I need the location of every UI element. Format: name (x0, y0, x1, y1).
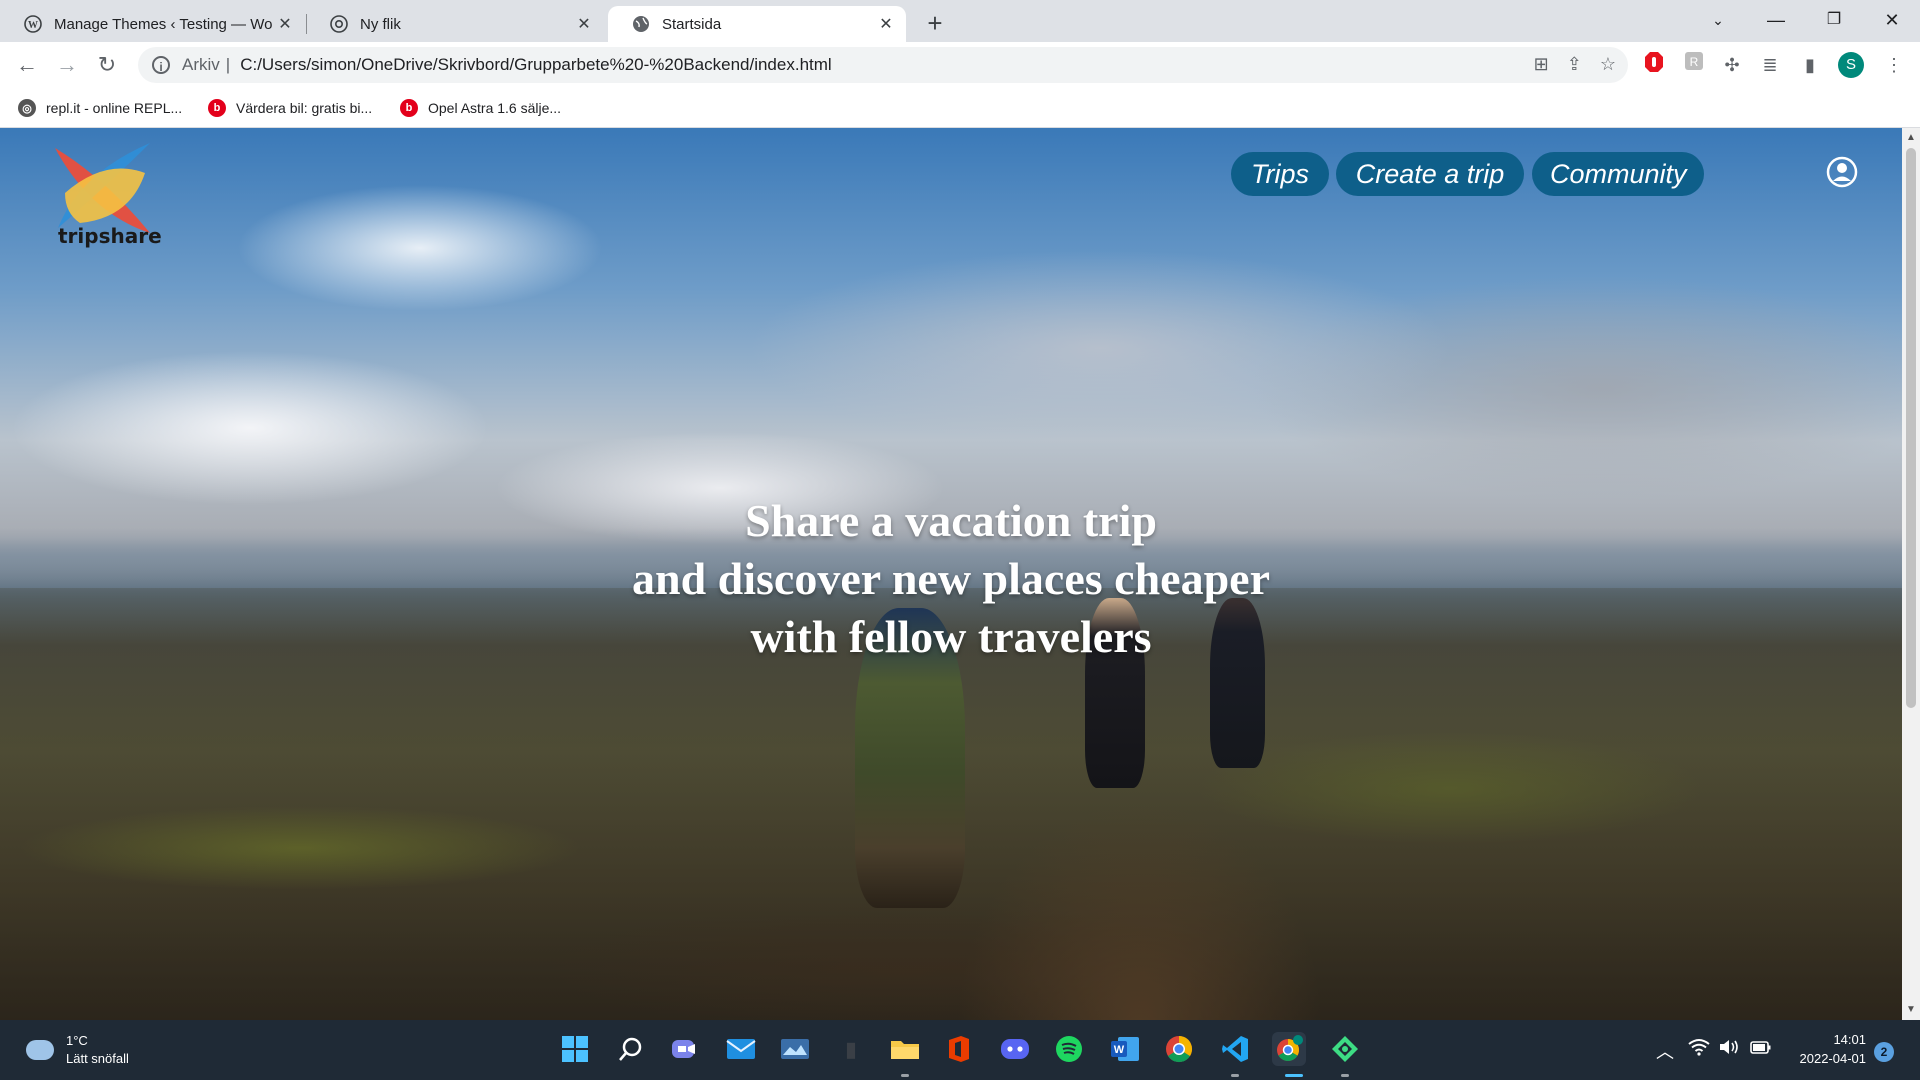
tab-manage-themes[interactable]: W Manage Themes ‹ Testing — Wo ✕ (0, 6, 305, 42)
blocket-icon: b (208, 99, 226, 117)
bookmark-label: repl.it - online REPL... (46, 100, 183, 116)
running-indicator (1231, 1074, 1239, 1077)
new-tab-button[interactable]: + (920, 8, 950, 38)
discord-icon[interactable] (998, 1032, 1032, 1066)
blocket-icon: b (400, 99, 418, 117)
weather-widget[interactable]: 1°C Lätt snöfall (26, 1032, 129, 1068)
menu-kebab-icon[interactable]: ⋮ (1880, 51, 1908, 79)
volume-icon[interactable] (1718, 1038, 1740, 1061)
system-clock[interactable]: 14:01 2022-04-01 (1786, 1030, 1867, 1068)
reload-button[interactable]: ↻ (92, 50, 122, 80)
reading-list-icon[interactable]: ≣ (1756, 51, 1784, 79)
extensions-puzzle-icon[interactable]: ✣ (1718, 51, 1746, 79)
search-icon[interactable] (614, 1032, 648, 1066)
running-indicator (1341, 1074, 1349, 1077)
teams-chat-icon[interactable] (668, 1032, 702, 1066)
word-icon[interactable]: W (1108, 1032, 1142, 1066)
clock-time: 14:01 (1833, 1032, 1866, 1047)
chrome-icon[interactable] (1162, 1032, 1196, 1066)
hero-line: and discover new places cheaper (631, 553, 1270, 604)
photos-icon[interactable] (778, 1032, 812, 1066)
tab-title: Startsida (662, 15, 722, 33)
close-icon[interactable]: ✕ (874, 14, 898, 34)
bookmark-star-icon[interactable]: ☆ (1600, 54, 1616, 75)
clock-date: 2022-04-01 (1799, 1051, 1867, 1066)
windows-start-icon[interactable] (558, 1032, 592, 1066)
active-indicator (1285, 1074, 1303, 1077)
cloud-snow-icon (26, 1040, 54, 1060)
nav-create-trip-button[interactable]: Create a trip (1336, 152, 1524, 196)
address-url[interactable]: C:/Users/simon/OneDrive/Skrivbord/Gruppa… (240, 55, 831, 75)
office-icon[interactable] (942, 1032, 976, 1066)
user-account-icon[interactable] (1826, 156, 1858, 188)
scrollbar-thumb[interactable] (1906, 148, 1916, 708)
close-window-button[interactable]: ✕ (1864, 0, 1920, 42)
notification-badge[interactable]: 2 (1874, 1042, 1894, 1062)
vscode-icon[interactable] (1218, 1032, 1252, 1066)
close-icon[interactable]: ✕ (273, 14, 297, 34)
translate-icon[interactable]: ⊞ (1534, 54, 1549, 75)
profile-avatar[interactable]: S (1838, 52, 1864, 78)
hero-line: with fellow travelers (750, 611, 1152, 662)
close-icon[interactable]: ✕ (572, 14, 596, 34)
wifi-icon[interactable] (1688, 1038, 1710, 1061)
restore-button[interactable]: ❐ (1806, 0, 1862, 42)
share-icon[interactable]: ⇪ (1567, 54, 1582, 75)
minimize-button[interactable]: — (1748, 0, 1804, 42)
mail-icon[interactable] (724, 1032, 758, 1066)
page-viewport: tripshare Trips Create a trip Community … (0, 128, 1902, 1020)
hero-heading: Share a vacation trip and discover new p… (0, 492, 1902, 666)
file-explorer-icon[interactable] (888, 1032, 922, 1066)
android-app-icon[interactable] (1328, 1032, 1362, 1066)
tab-title: Ny flik (360, 15, 401, 33)
tab-strip: W Manage Themes ‹ Testing — Wo ✕ Ny flik… (0, 0, 1920, 42)
site-info-icon[interactable]: i (152, 56, 170, 74)
nav-community-button[interactable]: Community (1532, 152, 1704, 196)
logo-text: tripshare (58, 224, 162, 248)
svg-text:R: R (1690, 55, 1699, 69)
windows-taskbar: 1°C Lätt snöfall ▮ W ︿ 14:01 2022-04-01 … (0, 1020, 1920, 1080)
bookmark-opel-astra[interactable]: b Opel Astra 1.6 sälje... (400, 96, 561, 120)
address-scheme-label: Arkiv (182, 55, 220, 74)
svg-text:W: W (1114, 1044, 1125, 1056)
wordpress-icon: W (24, 15, 42, 33)
hero-line: Share a vacation trip (745, 495, 1157, 546)
address-divider: | (225, 55, 231, 74)
weather-description: Lätt snöfall (66, 1051, 129, 1066)
bookmark-vardera-bil[interactable]: b Värdera bil: gratis bi... (208, 96, 372, 120)
back-button[interactable]: ← (12, 50, 42, 80)
nav-trips-button[interactable]: Trips (1231, 152, 1329, 196)
omnibox-actions: ⊞ ⇪ ☆ (1534, 54, 1616, 75)
running-indicator (901, 1074, 909, 1077)
bookmark-label: Opel Astra 1.6 sälje... (428, 100, 562, 116)
globe-icon (632, 15, 650, 33)
grey-extension-icon[interactable]: R (1680, 51, 1708, 79)
address-bar[interactable]: i Arkiv | C:/Users/simon/OneDrive/Skrivb… (138, 47, 1628, 83)
tab-new-tab[interactable]: Ny flik ✕ (306, 6, 604, 42)
opera-extension-icon[interactable] (1640, 51, 1668, 79)
weather-temp: 1°C (66, 1033, 88, 1048)
page-scrollbar[interactable]: ▲ ▼ (1902, 128, 1920, 1020)
tab-startsida[interactable]: Startsida ✕ (608, 6, 906, 42)
tab-search-chevron-icon[interactable]: ⌄ (1690, 0, 1746, 42)
bookmark-replit[interactable]: ◎ repl.it - online REPL... (18, 96, 182, 120)
battery-icon[interactable] (1750, 1038, 1772, 1061)
chrome-icon (330, 15, 348, 33)
svg-text:W: W (28, 20, 38, 31)
side-panel-icon[interactable]: ▮ (1796, 51, 1824, 79)
browser-toolbar: ← → ↻ i Arkiv | C:/Users/simon/OneDrive/… (0, 42, 1920, 88)
chrome-profile-icon[interactable] (1272, 1032, 1306, 1066)
forward-button[interactable]: → (52, 50, 82, 80)
scroll-up-arrow-icon[interactable]: ▲ (1902, 130, 1920, 146)
show-hidden-icons-chevron-icon[interactable]: ︿ (1656, 1038, 1674, 1064)
replit-icon: ◎ (18, 99, 36, 117)
bookmark-label: Värdera bil: gratis bi... (236, 100, 373, 116)
spotify-icon[interactable] (1052, 1032, 1086, 1066)
tab-title: Manage Themes ‹ Testing — Wo (54, 15, 273, 33)
bookmarks-bar: ◎ repl.it - online REPL... b Värdera bil… (0, 88, 1920, 128)
taskbar-app-icon[interactable]: ▮ (834, 1032, 868, 1066)
scroll-down-arrow-icon[interactable]: ▼ (1902, 1002, 1920, 1018)
